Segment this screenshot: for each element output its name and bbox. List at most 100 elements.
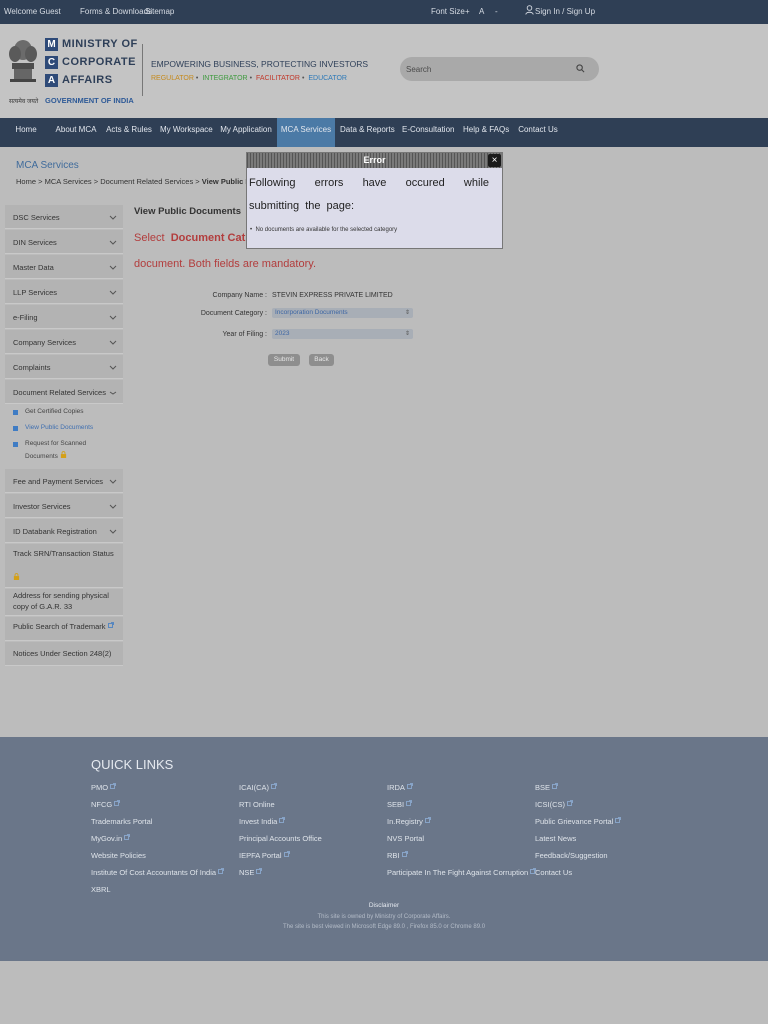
- external-link-icon: [107, 622, 114, 628]
- footer-link-nse[interactable]: NSE: [239, 868, 263, 877]
- bullet-square-icon: [13, 442, 18, 447]
- header-divider: [142, 44, 143, 96]
- logo-letter-a: A: [45, 74, 58, 87]
- footer-link-label: Public Grievance Portal: [535, 817, 614, 826]
- footer-link-grievance[interactable]: Public Grievance Portal: [535, 817, 622, 826]
- nav-home[interactable]: Home: [11, 118, 41, 147]
- sidebar-item-investor-services[interactable]: Investor Services: [5, 494, 123, 518]
- bullet-square-icon: [13, 410, 18, 415]
- forms-downloads-link[interactable]: Forms & Downloads: [80, 7, 152, 16]
- sidebar-item-label-line2: copy of G.A.R. 33: [13, 602, 73, 611]
- footer-link-latest-news[interactable]: Latest News: [535, 834, 576, 843]
- sub-item-label: Request for Scanned: [25, 440, 87, 447]
- footer-link-invest-india[interactable]: Invest India: [239, 817, 286, 826]
- sidebar-item-id-databank[interactable]: ID Databank Registration: [5, 519, 123, 543]
- sidebar-item-document-services[interactable]: Document Related Services: [5, 380, 123, 404]
- footer-link-anti-corruption[interactable]: Participate In The Fight Against Corrupt…: [387, 868, 537, 877]
- nav-help-faqs[interactable]: Help & FAQs: [463, 118, 509, 147]
- instruction-prefix: Select: [134, 232, 165, 244]
- sub-item-label-line2: Documents: [25, 451, 67, 460]
- external-link-icon: [256, 868, 263, 874]
- search-input[interactable]: Search: [400, 57, 599, 81]
- sidebar-item-din[interactable]: DIN Services: [5, 230, 123, 254]
- footer-link-rbi[interactable]: RBI: [387, 851, 408, 860]
- footer-link-nfcg[interactable]: NFCG: [91, 800, 121, 809]
- footer-link-label: ICSI(CS): [535, 800, 565, 809]
- footer-link-feedback[interactable]: Feedback/Suggestion: [535, 851, 608, 860]
- back-button[interactable]: Back: [309, 354, 334, 366]
- year-of-filing-select[interactable]: 2023 ⇕: [272, 329, 413, 339]
- sidebar-item-track-srn[interactable]: Track SRN/Transaction Status: [5, 544, 123, 588]
- footer-link-trademarks[interactable]: Trademarks Portal: [91, 817, 152, 826]
- sidebar-item-address-gar33[interactable]: Address for sending physical copy of G.A.…: [5, 589, 123, 616]
- nav-acts-rules[interactable]: Acts & Rules: [106, 118, 152, 147]
- footer-link-website-policies[interactable]: Website Policies: [91, 851, 146, 860]
- breadcrumb-document-services[interactable]: Document Related Services: [100, 177, 193, 186]
- submit-button[interactable]: Submit: [268, 354, 300, 366]
- instruction-bold: Document Cat: [170, 232, 246, 244]
- nav-mca-services[interactable]: MCA Services: [277, 118, 335, 147]
- footer-link-iepfa[interactable]: IEPFA Portal: [239, 851, 290, 860]
- signin-link[interactable]: Sign In / Sign Up: [535, 7, 595, 16]
- footer-link-mygov[interactable]: MyGov.in: [91, 834, 131, 843]
- footer-link-icai-cost[interactable]: Institute Of Cost Accountants Of India: [91, 868, 224, 877]
- footer-link-xbrl[interactable]: XBRL: [91, 885, 111, 894]
- footer-link-contact-us[interactable]: Contact Us: [535, 868, 572, 877]
- close-icon[interactable]: ×: [488, 154, 501, 167]
- footer-link-icsi[interactable]: ICSI(CS): [535, 800, 573, 809]
- chevron-down-icon: [109, 529, 117, 534]
- external-link-icon: [279, 817, 286, 823]
- footer-link-sebi[interactable]: SEBI: [387, 800, 412, 809]
- search-placeholder: Search: [406, 65, 432, 74]
- sidebar-item-label: Document Related Services: [13, 388, 106, 397]
- sidebar-item-trademark-search[interactable]: Public Search of Trademark: [5, 617, 123, 641]
- sidebar-item-complaints[interactable]: Complaints: [5, 355, 123, 379]
- disclaimer-link[interactable]: Disclaimer: [0, 902, 768, 909]
- top-utility-bar: Welcome Guest Forms & Downloads Sitemap …: [0, 0, 768, 24]
- sidebar-item-dsc[interactable]: DSC Services: [5, 205, 123, 229]
- lock-icon: [60, 451, 66, 458]
- sidebar-item-llp[interactable]: LLP Services: [5, 280, 123, 304]
- footer-link-label: NFCG: [91, 800, 113, 809]
- chevron-down-icon: [109, 290, 117, 295]
- footer-link-label: RBI: [387, 851, 400, 860]
- external-link-icon: [401, 851, 408, 857]
- document-category-label: Document Category :: [200, 310, 267, 317]
- search-icon[interactable]: [576, 64, 585, 73]
- breadcrumb-home[interactable]: Home: [16, 177, 36, 186]
- nav-my-application[interactable]: My Application: [220, 118, 272, 147]
- footer-link-in-registry[interactable]: In.Registry: [387, 817, 431, 826]
- footer-link-bse[interactable]: BSE: [535, 783, 558, 792]
- font-decrease-button[interactable]: -: [495, 7, 498, 16]
- footer-link-label: IEPFA Portal: [239, 851, 282, 860]
- chevron-down-icon: [109, 240, 117, 245]
- nav-data-reports[interactable]: Data & Reports: [340, 118, 395, 147]
- sidebar-item-company-services[interactable]: Company Services: [5, 330, 123, 354]
- footer-link-icai-ca[interactable]: ICAI(CA): [239, 783, 277, 792]
- sidebar-item-notices-248[interactable]: Notices Under Section 248(2): [5, 642, 123, 666]
- external-link-icon: [271, 783, 277, 789]
- footer-link-pmo[interactable]: PMO: [91, 783, 116, 792]
- sidebar-item-master-data[interactable]: Master Data: [5, 255, 123, 279]
- page-title: MCA Services: [16, 160, 79, 171]
- footer-link-irda[interactable]: IRDA: [387, 783, 413, 792]
- document-category-select[interactable]: Incorporation Documents ⇕: [272, 308, 413, 318]
- footer-link-nvs[interactable]: NVS Portal: [387, 834, 424, 843]
- nav-e-consultation[interactable]: E-Consultation: [402, 118, 454, 147]
- nav-contact-us[interactable]: Contact Us: [518, 118, 558, 147]
- footer-link-rti[interactable]: RTI Online: [239, 800, 275, 809]
- footer-link-pao[interactable]: Principal Accounts Office: [239, 834, 322, 843]
- nav-my-workspace[interactable]: My Workspace: [160, 118, 213, 147]
- footer-link-label: Institute Of Cost Accountants Of India: [91, 868, 217, 877]
- font-increase-button[interactable]: +: [465, 7, 470, 16]
- nav-about-mca[interactable]: About MCA: [55, 118, 97, 147]
- font-normal-button[interactable]: A: [479, 7, 484, 16]
- sidebar-item-efiling[interactable]: e-Filing: [5, 305, 123, 329]
- logo-letter-c: C: [45, 56, 58, 69]
- sidebar-item-label: Address for sending physical: [13, 591, 109, 600]
- sidebar-item-fee-payment[interactable]: Fee and Payment Services: [5, 469, 123, 493]
- breadcrumb-mca-services[interactable]: MCA Services: [45, 177, 92, 186]
- sitemap-link[interactable]: Sitemap: [145, 7, 174, 16]
- external-link-icon: [552, 783, 558, 789]
- sidebar-submenu: Get Certified Copies View Public Documen…: [5, 405, 123, 469]
